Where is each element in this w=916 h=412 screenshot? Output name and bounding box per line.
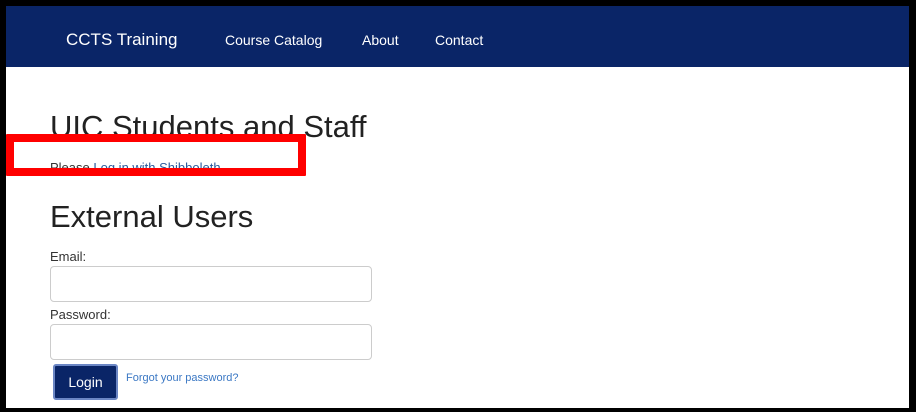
nav-about[interactable]: About [362, 32, 399, 48]
browser-frame: CCTS Training Course Catalog About Conta… [0, 0, 916, 412]
top-navbar: CCTS Training Course Catalog About Conta… [6, 6, 909, 67]
external-users-heading: External Users [50, 199, 254, 234]
nav-course-catalog[interactable]: Course Catalog [225, 32, 322, 48]
email-label: Email: [50, 249, 87, 264]
red-highlight-annotation [6, 134, 306, 176]
login-button[interactable]: Login [53, 364, 118, 400]
email-field[interactable] [50, 266, 372, 302]
password-field[interactable] [50, 324, 372, 360]
forgot-password-link[interactable]: Forgot your password? [126, 372, 239, 385]
password-label: Password: [50, 307, 111, 322]
nav-contact[interactable]: Contact [435, 32, 483, 48]
brand-link[interactable]: CCTS Training [66, 30, 177, 50]
